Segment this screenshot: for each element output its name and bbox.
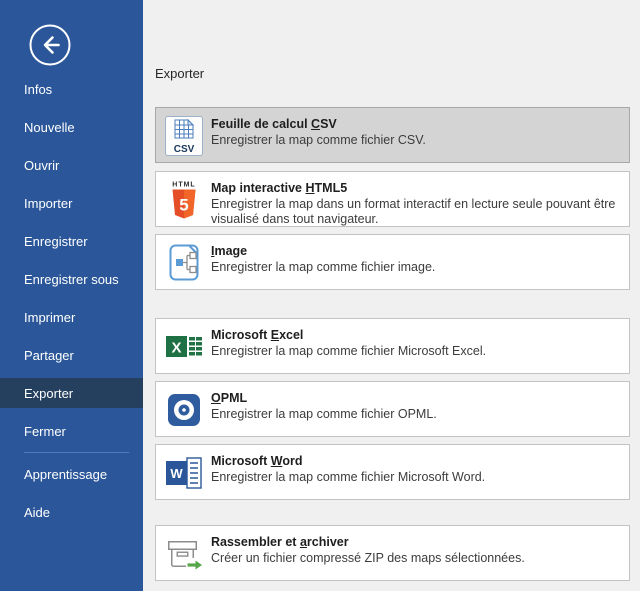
backstage-view: Infos Nouvelle Ouvrir Importer Enregistr… bbox=[0, 0, 640, 591]
backstage-sidebar: Infos Nouvelle Ouvrir Importer Enregistr… bbox=[0, 0, 143, 591]
sidebar-item-importer[interactable]: Importer bbox=[0, 184, 143, 222]
sidebar-item-fermer[interactable]: Fermer bbox=[0, 412, 143, 450]
export-option-title: Map interactive HTML5 bbox=[211, 180, 623, 196]
export-option-title: Microsoft Word bbox=[211, 453, 485, 469]
word-icon: W bbox=[164, 452, 204, 494]
export-option-title: Feuille de calcul CSV bbox=[211, 116, 426, 132]
export-option-desc: Enregistrer la map comme fichier OPML. bbox=[211, 407, 437, 422]
html5-icon: HTML 5 bbox=[164, 179, 204, 221]
sidebar-item-infos[interactable]: Infos bbox=[0, 70, 143, 108]
back-arrow-icon bbox=[28, 23, 72, 67]
sidebar-item-exporter[interactable]: Exporter bbox=[0, 378, 143, 408]
svg-text:CSV: CSV bbox=[174, 144, 195, 155]
sidebar-item-partager[interactable]: Partager bbox=[0, 336, 143, 374]
svg-text:5: 5 bbox=[179, 196, 188, 215]
sidebar-item-ouvrir[interactable]: Ouvrir bbox=[0, 146, 143, 184]
sidebar-item-enregistrer[interactable]: Enregistrer bbox=[0, 222, 143, 260]
sidebar-item-aide[interactable]: Aide bbox=[0, 493, 143, 531]
export-option-desc: Créer un fichier compressé ZIP des maps … bbox=[211, 551, 525, 566]
export-option-desc: Enregistrer la map comme fichier Microso… bbox=[211, 470, 485, 485]
export-option-title: Image bbox=[211, 243, 435, 259]
svg-text:X: X bbox=[171, 340, 181, 357]
svg-text:W: W bbox=[170, 466, 183, 481]
export-option-desc: Enregistrer la map dans un format intera… bbox=[211, 197, 623, 227]
export-option-csv[interactable]: CSV Feuille de calcul CSV Enregistrer la… bbox=[155, 107, 630, 163]
export-option-title: OPML bbox=[211, 390, 437, 406]
export-option-title: Microsoft Excel bbox=[211, 327, 486, 343]
sidebar-item-enregistrer-sous[interactable]: Enregistrer sous bbox=[0, 260, 143, 298]
sidebar-separator bbox=[24, 452, 129, 453]
archive-box-icon bbox=[164, 533, 204, 575]
export-option-html5[interactable]: HTML 5 Map interactive HTML5 Enregistrer… bbox=[155, 171, 630, 227]
image-file-icon bbox=[164, 242, 204, 284]
sidebar-item-nouvelle[interactable]: Nouvelle bbox=[0, 108, 143, 146]
opml-target-icon bbox=[164, 389, 204, 431]
export-option-image[interactable]: Image Enregistrer la map comme fichier i… bbox=[155, 234, 630, 290]
export-option-excel[interactable]: X Microsoft Excel Enregistrer la map com… bbox=[155, 318, 630, 374]
export-option-desc: Enregistrer la map comme fichier image. bbox=[211, 260, 435, 275]
csv-spreadsheet-icon: CSV bbox=[164, 115, 204, 157]
export-option-desc: Enregistrer la map comme fichier CSV. bbox=[211, 133, 426, 148]
export-option-desc: Enregistrer la map comme fichier Microso… bbox=[211, 344, 486, 359]
page-title: Exporter bbox=[155, 66, 640, 81]
export-panel: Exporter CSV Feuille de calcul CSV Enreg… bbox=[143, 0, 640, 591]
export-option-archive[interactable]: Rassembler et archiver Créer un fichier … bbox=[155, 525, 630, 581]
back-button[interactable] bbox=[28, 23, 72, 67]
sidebar-item-apprentissage[interactable]: Apprentissage bbox=[0, 455, 143, 493]
export-option-title: Rassembler et archiver bbox=[211, 534, 525, 550]
excel-icon: X bbox=[164, 326, 204, 368]
svg-text:HTML: HTML bbox=[172, 182, 195, 189]
sidebar-menu: Infos Nouvelle Ouvrir Importer Enregistr… bbox=[0, 70, 143, 531]
export-option-opml[interactable]: OPML Enregistrer la map comme fichier OP… bbox=[155, 381, 630, 437]
export-option-word[interactable]: W Microsoft Word Enregistrer la map comm… bbox=[155, 444, 630, 500]
sidebar-item-imprimer[interactable]: Imprimer bbox=[0, 298, 143, 336]
